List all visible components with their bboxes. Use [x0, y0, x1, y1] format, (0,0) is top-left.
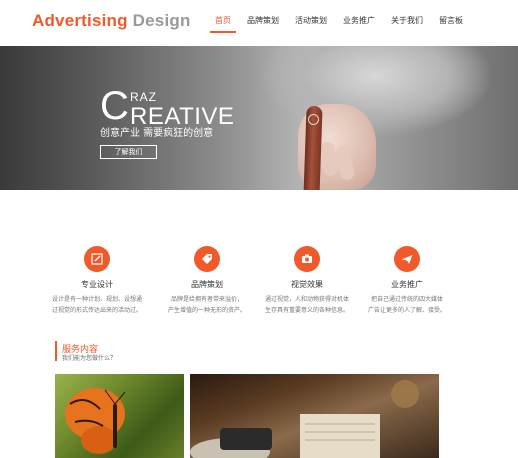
feature-description: 通过视觉，人和动物获得对机体 生存具有重要意义的各种信息。: [252, 294, 362, 316]
logo-part-1: Advertising: [32, 11, 128, 30]
feature-icon-circle: [394, 246, 420, 272]
nav-item-brand-planning[interactable]: 品牌策划: [240, 0, 286, 46]
desk-illustration: [190, 380, 419, 458]
services-section-subtitle: 我们能为您做什么？: [62, 355, 117, 362]
service-image-desk[interactable]: [190, 374, 439, 458]
feature-description-line: 广告让更多的人了解、接受。: [367, 307, 446, 314]
feature-icon-circle: [84, 246, 110, 272]
banner-headline-craz: RAZ: [130, 90, 157, 104]
main-nav: 首页 品牌策划 活动策划 业务推广 关于我们 留言板: [208, 0, 472, 46]
service-image-butterfly[interactable]: [55, 374, 184, 458]
learn-about-us-button[interactable]: 了解我们: [100, 145, 157, 159]
feature-title: 视觉效果: [291, 280, 323, 289]
logo-part-2: Design: [132, 11, 191, 30]
feature-description-line: 过视觉的形式传达出来的活动过。: [51, 307, 142, 314]
feature-description-line: 产生增值的一种无形的资产。: [167, 307, 246, 314]
feature-description-line: 生存具有重要意义的各种信息。: [264, 307, 349, 314]
feature-description: 把自己通过传统的四大媒体 广告让更多的人了解、接受。: [352, 294, 462, 316]
nav-item-about-us[interactable]: 关于我们: [384, 0, 430, 46]
feature-title: 品牌策划: [191, 280, 223, 289]
edit-icon: [91, 253, 103, 265]
feature-description-line: 把自己通过传统的四大媒体: [370, 296, 443, 303]
plane-icon: [401, 255, 413, 264]
header: Advertising Design 首页 品牌策划 活动策划 业务推广 关于我…: [0, 0, 518, 46]
hero-banner: [0, 46, 518, 190]
nav-item-business-promotion[interactable]: 业务推广: [336, 0, 382, 46]
feature-description-line: 设计是有一种计划、规划、设想通: [51, 296, 142, 303]
nav-item-message-board[interactable]: 留言板: [432, 0, 470, 46]
feature-title: 专业设计: [81, 280, 113, 289]
feature-icon-circle: [194, 246, 220, 272]
feature-business-promotion: 业务推广 把自己通过传统的四大媒体 广告让更多的人了解、接受。: [352, 246, 462, 316]
tag-icon: [202, 254, 212, 264]
section-accent-bar: [55, 341, 57, 361]
feature-title: 业务推广: [391, 280, 423, 289]
nav-item-home[interactable]: 首页: [208, 0, 238, 46]
feature-brand-planning: 品牌策划 品牌是给拥有者带来溢价， 产生增值的一种无形的资产。: [152, 246, 262, 316]
logo[interactable]: Advertising Design: [32, 11, 191, 31]
feature-description: 品牌是给拥有者带来溢价， 产生增值的一种无形的资产。: [152, 294, 262, 316]
banner-headline-initial: C: [100, 84, 129, 128]
feature-description-line: 品牌是给拥有者带来溢价，: [170, 296, 243, 303]
feature-professional-design: 专业设计 设计是有一种计划、规划、设想通 过视觉的形式传达出来的活动过。: [42, 246, 152, 316]
banner-subtitle: 创意产业 需要疯狂的创意: [100, 128, 214, 139]
feature-description: 设计是有一种计划、规划、设想通 过视觉的形式传达出来的活动过。: [42, 294, 152, 316]
butterfly-illustration: [65, 388, 126, 454]
stylus-logo-mark: [308, 114, 319, 125]
feature-icon-circle: [294, 246, 320, 272]
feature-description-line: 通过视觉，人和动物获得对机体: [264, 296, 349, 303]
camera-icon: [302, 254, 312, 263]
feature-visual-effects: 视觉效果 通过视觉，人和动物获得对机体 生存具有重要意义的各种信息。: [252, 246, 362, 316]
banner-background-sweater: [260, 46, 490, 136]
nav-item-event-planning[interactable]: 活动策划: [288, 0, 334, 46]
